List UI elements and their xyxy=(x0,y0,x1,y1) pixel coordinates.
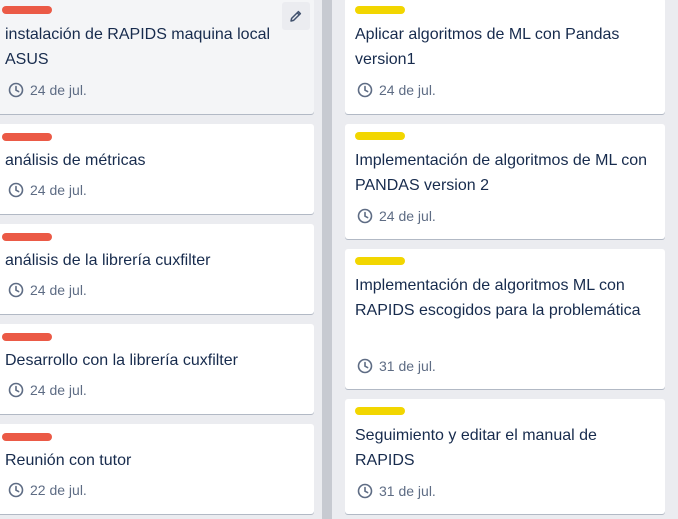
card[interactable]: Implementación de algoritmos de ML con P… xyxy=(345,124,665,239)
label-red[interactable] xyxy=(2,6,52,14)
due-date-text: 31 de jul. xyxy=(379,358,436,374)
label-red[interactable] xyxy=(2,333,52,341)
label-red[interactable] xyxy=(2,433,52,441)
clock-icon xyxy=(8,182,24,198)
due-date-badge[interactable]: 31 de jul. xyxy=(357,358,436,374)
clock-icon xyxy=(357,82,373,98)
label-yellow[interactable] xyxy=(355,407,405,415)
due-date-badge[interactable]: 31 de jul. xyxy=(357,483,436,499)
label-red[interactable] xyxy=(2,233,52,241)
due-date-badge[interactable]: 22 de jul. xyxy=(8,482,87,498)
card-title: análisis de la librería cuxfilter xyxy=(5,252,211,269)
card-title: análisis de métricas xyxy=(5,152,146,169)
card-title: Implementación de algoritmos ML con RAPI… xyxy=(355,277,641,319)
due-date-text: 24 de jul. xyxy=(30,82,87,98)
due-date-text: 31 de jul. xyxy=(379,483,436,499)
due-date-badge[interactable]: 24 de jul. xyxy=(8,282,87,298)
pencil-icon xyxy=(290,10,302,22)
due-date-text: 24 de jul. xyxy=(30,382,87,398)
label-red[interactable] xyxy=(2,133,52,141)
due-date-text: 24 de jul. xyxy=(30,182,87,198)
card[interactable]: Seguimiento y editar el manual de RAPIDS… xyxy=(345,399,665,514)
clock-icon xyxy=(357,358,373,374)
due-date-text: 22 de jul. xyxy=(30,482,87,498)
edit-button[interactable] xyxy=(282,2,310,30)
due-date-badge[interactable]: 24 de jul. xyxy=(8,82,87,98)
clock-icon xyxy=(8,282,24,298)
card-title: Reunión con tutor xyxy=(5,452,132,469)
card-title: instalación de RAPIDS maquina local ASUS xyxy=(5,26,271,68)
list-right: Aplicar algoritmos de ML con Pandas vers… xyxy=(332,0,678,519)
label-yellow[interactable] xyxy=(355,257,405,265)
card-title: Seguimiento y editar el manual de RAPIDS xyxy=(355,427,597,469)
due-date-badge[interactable]: 24 de jul. xyxy=(8,382,87,398)
due-date-badge[interactable]: 24 de jul. xyxy=(8,182,87,198)
clock-icon xyxy=(8,382,24,398)
card-title: Implementación de algoritmos de ML con P… xyxy=(355,152,647,194)
clock-icon xyxy=(357,208,373,224)
card[interactable]: Desarrollo con la librería cuxfilter 24 … xyxy=(0,324,314,414)
card[interactable]: instalación de RAPIDS maquina local ASUS… xyxy=(0,0,314,114)
label-yellow[interactable] xyxy=(355,6,405,14)
card[interactable]: Implementación de algoritmos ML con RAPI… xyxy=(345,249,665,389)
card-title: Aplicar algoritmos de ML con Pandas vers… xyxy=(355,26,620,68)
card-title: Desarrollo con la librería cuxfilter xyxy=(5,352,238,369)
due-date-text: 24 de jul. xyxy=(30,282,87,298)
due-date-badge[interactable]: 24 de jul. xyxy=(357,82,436,98)
due-date-text: 24 de jul. xyxy=(379,82,436,98)
card[interactable]: Aplicar algoritmos de ML con Pandas vers… xyxy=(345,0,665,114)
list-left: instalación de RAPIDS maquina local ASUS… xyxy=(0,0,322,519)
list-divider xyxy=(322,0,332,519)
label-yellow[interactable] xyxy=(355,132,405,140)
card[interactable]: análisis de la librería cuxfilter 24 de … xyxy=(0,224,314,314)
due-date-text: 24 de jul. xyxy=(379,208,436,224)
clock-icon xyxy=(8,82,24,98)
card[interactable]: Reunión con tutor 22 de jul. xyxy=(0,424,314,514)
clock-icon xyxy=(357,483,373,499)
due-date-badge[interactable]: 24 de jul. xyxy=(357,208,436,224)
clock-icon xyxy=(8,482,24,498)
card[interactable]: análisis de métricas 24 de jul. xyxy=(0,124,314,214)
